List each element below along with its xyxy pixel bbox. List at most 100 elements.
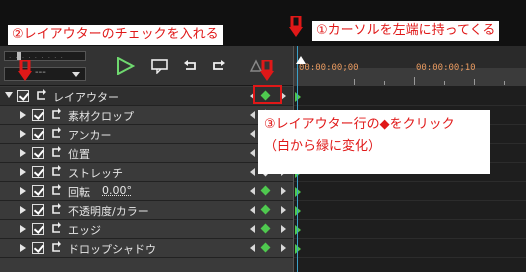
expand-arrow-icon[interactable] bbox=[20, 187, 26, 195]
callout-step2: ②レイアウターのチェックを入れる bbox=[8, 25, 223, 45]
keyframe-diamond-icon[interactable] bbox=[260, 242, 271, 253]
timeline-row-layouter[interactable] bbox=[294, 87, 526, 106]
track-label: エッジ bbox=[68, 224, 101, 237]
expand-arrow-icon[interactable] bbox=[20, 206, 26, 214]
comment-button[interactable] bbox=[149, 56, 171, 76]
track-checkbox[interactable] bbox=[32, 185, 44, 197]
timeline-row[interactable] bbox=[294, 201, 526, 220]
red-arrow-keyframe-icon bbox=[260, 60, 274, 81]
expand-arrow-icon[interactable] bbox=[20, 111, 26, 119]
loop-icon bbox=[52, 184, 61, 195]
track-label: ストレッチ bbox=[68, 167, 123, 180]
callout-step3-line2: （白から緑に変化） bbox=[264, 139, 382, 154]
keyframe-diamond-icon[interactable] bbox=[260, 185, 271, 196]
track-row-position[interactable]: 位置 bbox=[0, 144, 293, 163]
next-keyframe-icon[interactable] bbox=[281, 206, 286, 214]
prev-keyframe-icon[interactable] bbox=[250, 168, 255, 176]
track-row-anchor[interactable]: アンカー bbox=[0, 125, 293, 144]
comment-icon bbox=[151, 59, 168, 74]
redo-button[interactable] bbox=[207, 56, 229, 76]
keyframe-diamond-icon[interactable] bbox=[260, 223, 271, 234]
timeline-row[interactable] bbox=[294, 182, 526, 201]
callout-step1: ①カーソルを左端に持ってくる bbox=[312, 21, 500, 41]
timecode-next: 00:00:00;10 bbox=[416, 63, 476, 73]
cursor-head-icon[interactable] bbox=[296, 56, 306, 64]
ruler-tick bbox=[354, 79, 355, 85]
keyframe-marker-icon[interactable] bbox=[295, 206, 301, 216]
track-header-panel: · · · · · · · · · --- レイアウター 素材クロップ アンカー… bbox=[0, 46, 293, 272]
track-row-opacity[interactable]: 不透明度/カラー bbox=[0, 201, 293, 220]
track-checkbox[interactable] bbox=[32, 204, 44, 216]
red-arrow-cursor-icon bbox=[289, 16, 303, 37]
keyframe-marker-icon[interactable] bbox=[295, 244, 301, 254]
track-label: 位置 bbox=[68, 148, 90, 161]
timecode-start: 00:00:00;00 bbox=[299, 63, 359, 73]
ruler-tick bbox=[474, 79, 475, 85]
loop-icon bbox=[52, 241, 61, 252]
track-row-dropshadow[interactable]: ドロップシャドウ bbox=[0, 239, 293, 258]
callout-step3: ③レイアウター行の◆をクリック （白から緑に変化） bbox=[258, 110, 490, 174]
loop-icon bbox=[52, 108, 61, 119]
track-label: 不透明度/カラー bbox=[68, 205, 149, 218]
caption-strip: ②レイアウターのチェックを入れる ①カーソルを左端に持ってくる bbox=[0, 0, 526, 46]
track-checkbox[interactable] bbox=[32, 223, 44, 235]
track-checkbox[interactable] bbox=[32, 128, 44, 140]
next-keyframe-icon[interactable] bbox=[281, 225, 286, 233]
next-keyframe-icon[interactable] bbox=[281, 187, 286, 195]
track-checkbox[interactable] bbox=[32, 242, 44, 254]
next-keyframe-icon[interactable] bbox=[281, 244, 286, 252]
prev-keyframe-icon[interactable] bbox=[250, 244, 255, 252]
loop-icon bbox=[52, 127, 61, 138]
track-label: ドロップシャドウ bbox=[68, 243, 156, 256]
keyframe-diamond-icon[interactable] bbox=[260, 204, 271, 215]
track-label: 素材クロップ bbox=[68, 110, 134, 123]
prev-keyframe-icon[interactable] bbox=[250, 206, 255, 214]
track-row-layouter[interactable]: レイアウター bbox=[0, 87, 293, 106]
loop-icon bbox=[52, 222, 61, 233]
track-checkbox[interactable] bbox=[32, 109, 44, 121]
track-row-edge[interactable]: エッジ bbox=[0, 220, 293, 239]
loop-icon bbox=[37, 89, 46, 100]
track-row-rotation[interactable]: 回転 0.00° bbox=[0, 182, 293, 201]
prev-keyframe-icon[interactable] bbox=[250, 111, 255, 119]
collapse-arrow-icon[interactable] bbox=[5, 92, 13, 98]
expand-arrow-icon[interactable] bbox=[20, 149, 26, 157]
highlight-box bbox=[253, 85, 282, 104]
ruler-tick bbox=[384, 81, 385, 85]
track-row-stretch[interactable]: ストレッチ bbox=[0, 163, 293, 182]
prev-keyframe-icon[interactable] bbox=[250, 225, 255, 233]
keyframe-marker-icon[interactable] bbox=[295, 92, 301, 102]
expand-arrow-icon[interactable] bbox=[20, 244, 26, 252]
track-checkbox[interactable] bbox=[32, 147, 44, 159]
undo-button[interactable] bbox=[180, 56, 202, 76]
timeline-row[interactable] bbox=[294, 239, 526, 258]
play-icon bbox=[117, 57, 135, 75]
ruler-tick bbox=[414, 77, 415, 85]
slider-thumb[interactable] bbox=[17, 52, 21, 60]
track-checkbox[interactable] bbox=[32, 166, 44, 178]
loop-icon bbox=[52, 165, 61, 176]
keyframe-marker-icon[interactable] bbox=[295, 225, 301, 235]
prev-keyframe-icon[interactable] bbox=[250, 187, 255, 195]
track-row-crop[interactable]: 素材クロップ bbox=[0, 106, 293, 125]
ruler-tick bbox=[444, 81, 445, 85]
prev-keyframe-icon[interactable] bbox=[250, 130, 255, 138]
dropdown-value: --- bbox=[35, 67, 46, 78]
keyframe-marker-icon[interactable] bbox=[295, 187, 301, 197]
prev-keyframe-icon[interactable] bbox=[250, 149, 255, 157]
track-label: レイアウター bbox=[53, 91, 119, 104]
expand-arrow-icon[interactable] bbox=[20, 225, 26, 233]
loop-icon bbox=[52, 203, 61, 214]
track-checkbox[interactable] bbox=[17, 90, 29, 102]
time-ruler[interactable]: 00:00:00;00 00:00:00;10 bbox=[294, 46, 526, 86]
timeline-row[interactable] bbox=[294, 220, 526, 239]
ruler-tick bbox=[504, 81, 505, 85]
redo-icon bbox=[213, 60, 225, 70]
expand-arrow-icon[interactable] bbox=[20, 168, 26, 176]
play-button[interactable] bbox=[114, 56, 136, 76]
track-label: 回転 bbox=[68, 186, 90, 199]
rotation-value[interactable]: 0.00° bbox=[102, 184, 132, 197]
track-label: アンカー bbox=[68, 129, 112, 142]
expand-arrow-icon[interactable] bbox=[20, 130, 26, 138]
red-arrow-checkbox-icon bbox=[18, 60, 32, 81]
